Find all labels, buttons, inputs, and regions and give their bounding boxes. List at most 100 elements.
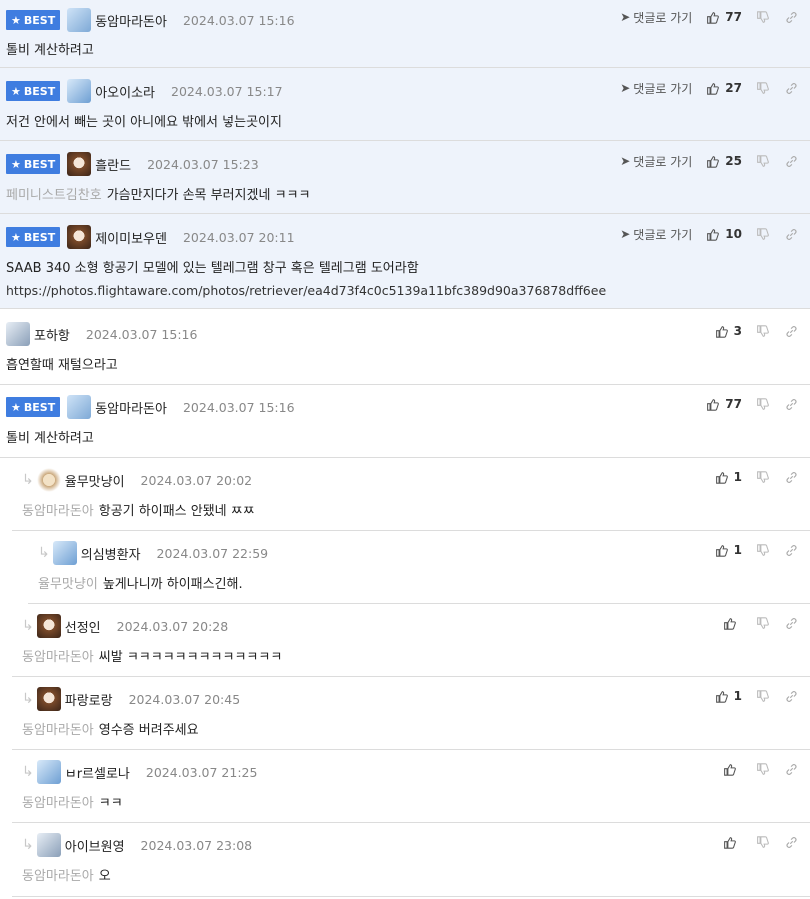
- link-icon[interactable]: [785, 155, 798, 168]
- like-button[interactable]: 77: [706, 397, 742, 411]
- thumbs-down-icon[interactable]: [756, 81, 769, 95]
- thumbs-down-icon[interactable]: [756, 762, 769, 776]
- reply-arrow-icon: ↳: [22, 618, 34, 634]
- thumbs-up-icon: [715, 325, 728, 338]
- mention[interactable]: 율무맛냥이: [38, 577, 98, 592]
- send-icon: ➤: [620, 227, 631, 241]
- like-button[interactable]: 27: [706, 81, 742, 95]
- mention[interactable]: 동암마라돈아: [22, 869, 94, 884]
- comment-list: ★ BEST 동암마라돈아 2024.03.07 15:16 톨비 계산하려고 ➤…: [0, 0, 810, 897]
- thumbs-up-icon: [715, 471, 728, 484]
- link-icon[interactable]: [785, 544, 798, 557]
- comment-nick[interactable]: 선정인: [65, 617, 101, 636]
- comment-nick[interactable]: 의심병환자: [81, 544, 141, 563]
- like-button[interactable]: [708, 763, 742, 776]
- thumbs-down-icon[interactable]: [756, 835, 769, 849]
- best-badge: ★ BEST: [6, 81, 61, 101]
- thumbs-down-icon[interactable]: [756, 470, 769, 484]
- mention[interactable]: 동암마라돈아: [22, 796, 94, 811]
- comment-date: 2024.03.07 21:25: [145, 764, 258, 780]
- reply-arrow-icon: ↳: [22, 472, 34, 488]
- like-button[interactable]: 3: [708, 324, 742, 338]
- best-comment: ★ BEST 제이미보우덴 2024.03.07 20:11 SAAB 340 소…: [0, 214, 810, 309]
- avatar[interactable]: [36, 614, 61, 638]
- best-badge: ★ BEST: [6, 227, 61, 247]
- thumbs-down-icon[interactable]: [756, 543, 769, 557]
- thumbs-down-icon[interactable]: [756, 616, 769, 630]
- link-icon[interactable]: [785, 82, 798, 95]
- link-icon[interactable]: [785, 617, 798, 630]
- avatar[interactable]: [67, 225, 92, 249]
- comment-nick[interactable]: ㅂr르셀로나: [65, 763, 130, 782]
- like-button[interactable]: 25: [706, 154, 742, 168]
- comment-nick[interactable]: 포하항: [34, 325, 70, 344]
- comment-date: 2024.03.07 15:17: [171, 83, 283, 99]
- avatar[interactable]: [67, 395, 92, 419]
- comment-date: 2024.03.07 15:16: [85, 326, 198, 342]
- thumbs-down-icon[interactable]: [756, 397, 769, 411]
- mention[interactable]: 페미니스트김찬호: [6, 188, 102, 203]
- mention[interactable]: 동암마라돈아: [22, 504, 94, 519]
- like-button[interactable]: 1: [708, 689, 742, 703]
- thumbs-down-icon[interactable]: [756, 154, 769, 168]
- goto-comment-link[interactable]: ➤ 댓글로 가기: [620, 9, 692, 26]
- best-badge: ★ BEST: [6, 397, 61, 417]
- comment-body: 톨비 계산하려고: [6, 431, 94, 446]
- avatar[interactable]: [6, 322, 30, 346]
- link-icon[interactable]: [785, 836, 798, 849]
- like-button[interactable]: 1: [708, 470, 742, 484]
- best-comment: ★ BEST 동암마라돈아 2024.03.07 15:16 톨비 계산하려고 7…: [0, 385, 810, 458]
- send-icon: ➤: [620, 10, 631, 24]
- like-button[interactable]: [708, 836, 742, 849]
- goto-comment-link[interactable]: ➤ 댓글로 가기: [620, 153, 692, 170]
- send-icon: ➤: [620, 81, 631, 95]
- comment-url[interactable]: https://photos.flightaware.com/photos/re…: [6, 283, 606, 298]
- comment-nick[interactable]: 아오이소라: [95, 82, 155, 101]
- avatar[interactable]: [36, 468, 61, 492]
- star-icon: ★: [11, 400, 21, 414]
- thumbs-down-icon[interactable]: [756, 689, 769, 703]
- mention[interactable]: 동암마라돈아: [22, 723, 94, 738]
- thumbs-down-icon[interactable]: [756, 10, 769, 24]
- comment-nick[interactable]: 파랑로랑: [65, 690, 113, 709]
- thumbs-up-icon: [706, 155, 720, 168]
- comment-date: 2024.03.07 20:11: [182, 229, 295, 245]
- goto-comment-link[interactable]: ➤ 댓글로 가기: [620, 226, 692, 243]
- comment-body: 율무맛냥이 높게나니까 하이패스긴해.: [38, 577, 243, 592]
- comment-nick[interactable]: 동암마라돈아: [95, 11, 167, 30]
- comment-nick[interactable]: 흘란드: [95, 155, 131, 174]
- mention[interactable]: 동암마라돈아: [22, 650, 94, 665]
- link-icon[interactable]: [785, 690, 798, 703]
- like-button[interactable]: 1: [708, 543, 742, 557]
- avatar[interactable]: [52, 541, 77, 565]
- link-icon[interactable]: [785, 471, 798, 484]
- thumbs-down-icon[interactable]: [756, 227, 769, 241]
- like-button[interactable]: 10: [706, 227, 742, 241]
- avatar[interactable]: [67, 152, 92, 176]
- comment-date: 2024.03.07 22:59: [156, 545, 269, 561]
- avatar[interactable]: [67, 79, 92, 103]
- link-icon[interactable]: [785, 228, 798, 241]
- comment-nick[interactable]: 아이브원영: [65, 836, 125, 855]
- link-icon[interactable]: [785, 763, 798, 776]
- avatar[interactable]: [36, 760, 61, 784]
- comment-date: 2024.03.07 20:28: [116, 618, 229, 634]
- comment-nick[interactable]: 제이미보우덴: [95, 228, 167, 247]
- reply-comment: ↳ ㅂr르셀로나 2024.03.07 21:25 동암마라돈아 ㅋㅋ: [12, 750, 810, 823]
- link-icon[interactable]: [785, 398, 798, 411]
- thumbs-down-icon[interactable]: [756, 324, 769, 338]
- like-button[interactable]: [708, 617, 742, 630]
- thumbs-up-icon: [706, 398, 720, 411]
- best-comment: ★ BEST 동암마라돈아 2024.03.07 15:16 톨비 계산하려고 ➤…: [0, 0, 810, 68]
- comment-nick[interactable]: 율무맛냥이: [65, 471, 125, 490]
- link-icon[interactable]: [785, 325, 798, 338]
- like-button[interactable]: 77: [706, 10, 742, 24]
- avatar[interactable]: [36, 687, 61, 711]
- thumbs-up-icon: [723, 836, 736, 849]
- avatar[interactable]: [67, 8, 92, 32]
- link-icon[interactable]: [785, 11, 798, 24]
- goto-comment-link[interactable]: ➤ 댓글로 가기: [620, 80, 692, 97]
- avatar[interactable]: [36, 833, 61, 857]
- best-badge: ★ BEST: [6, 10, 61, 30]
- comment-nick[interactable]: 동암마라돈아: [95, 398, 167, 417]
